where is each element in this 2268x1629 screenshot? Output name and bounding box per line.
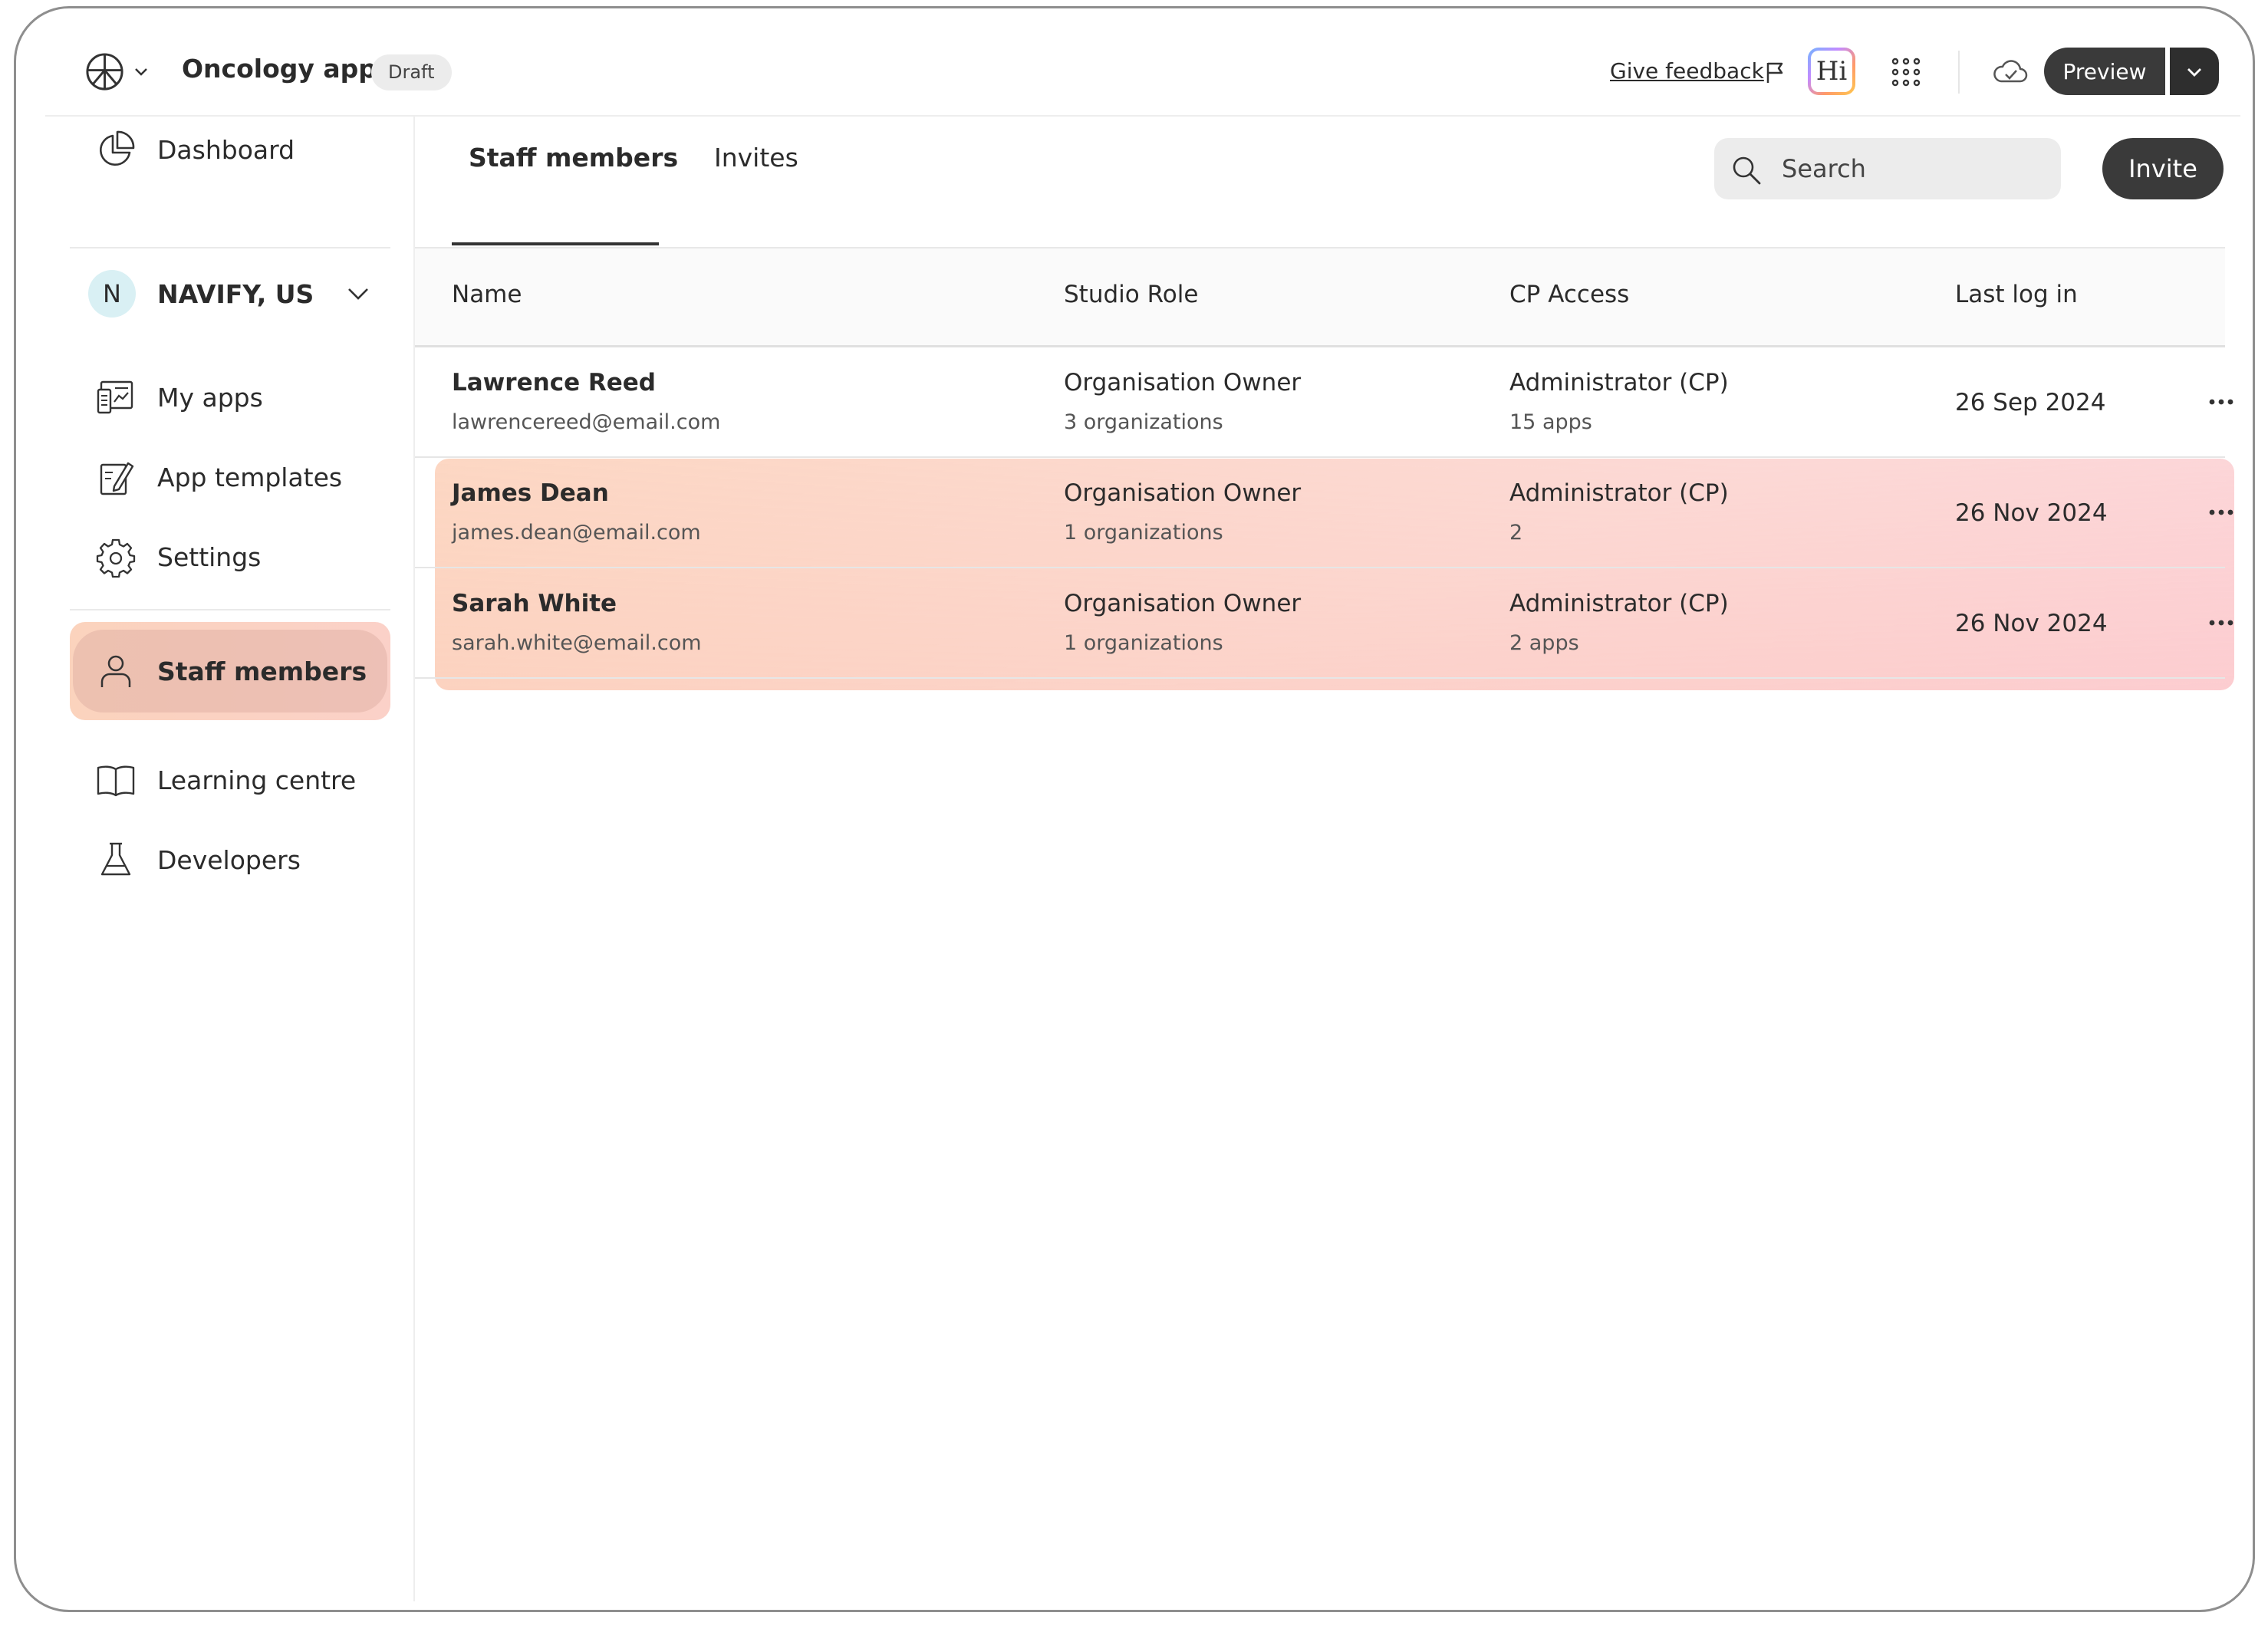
org-selector[interactable]: N NAVIFY, US (70, 261, 390, 327)
sidebar-item-my-apps[interactable]: My apps (70, 364, 390, 430)
organization-count: 1 organizations (1064, 631, 1223, 655)
sidebar-item-label: Staff members (157, 656, 367, 686)
tab-staff-members[interactable]: Staff members (469, 133, 678, 210)
cp-access: Administrator (CP) (1509, 590, 1729, 617)
app-count: 2 apps (1509, 631, 1579, 655)
staff-name: Lawrence Reed (452, 369, 656, 397)
sidebar-divider (70, 609, 390, 610)
user-icon (100, 655, 131, 687)
more-options-icon[interactable] (2208, 617, 2234, 628)
sidebar-divider (70, 247, 390, 248)
sidebar-item-label: Developers (157, 844, 301, 875)
hi-assistant-button[interactable]: Hi (1808, 48, 1855, 95)
sidebar-item-label: My apps (157, 382, 263, 413)
organization-count: 3 organizations (1064, 410, 1223, 434)
search-icon (1733, 156, 1761, 185)
table-row[interactable]: James Dean james.dean@email.com Organisa… (415, 458, 2233, 568)
tab-invites[interactable]: Invites (714, 133, 798, 210)
status-badge: Draft (371, 54, 452, 90)
studio-role: Organisation Owner (1064, 479, 1302, 507)
apps-dashboard-icon (97, 380, 133, 414)
sidebar-item-developers[interactable]: Developers (70, 827, 390, 893)
sidebar-item-dashboard[interactable]: Dashboard (70, 117, 390, 183)
table-row[interactable]: Sarah White sarah.white@email.com Organi… (415, 568, 2233, 679)
sidebar-item-learning-centre[interactable]: Learning centre (70, 747, 390, 813)
chevron-down-icon[interactable] (133, 63, 150, 80)
invite-button[interactable]: Invite (2102, 138, 2224, 199)
more-options-icon[interactable] (2208, 507, 2234, 518)
sidebar-item-label: Dashboard (157, 134, 295, 165)
staff-name: James Dean (452, 479, 609, 507)
cp-access: Administrator (CP) (1509, 479, 1729, 507)
studio-role: Organisation Owner (1064, 369, 1302, 397)
give-feedback-link[interactable]: Give feedback (1610, 58, 1764, 84)
column-header-studio-role[interactable]: Studio Role (1064, 281, 1198, 308)
org-name: NAVIFY, US (157, 278, 314, 309)
staff-name: Sarah White (452, 590, 617, 617)
staff-email: sarah.white@email.com (452, 631, 702, 655)
chevron-down-icon[interactable] (344, 280, 372, 308)
flag-icon[interactable] (1763, 60, 1786, 84)
app-name: Oncology app (182, 54, 377, 84)
roche-logo-icon[interactable] (84, 51, 126, 93)
preview-dropdown-button[interactable] (2170, 48, 2219, 95)
search-input[interactable] (1714, 138, 2061, 199)
table-header: Name Studio Role CP Access Last log in (415, 248, 2225, 347)
template-edit-icon (100, 462, 134, 495)
sidebar: Dashboard N NAVIFY, US My apps App templ… (45, 117, 415, 1601)
flask-icon (100, 842, 131, 876)
column-header-last-log-in[interactable]: Last log in (1955, 281, 2078, 308)
sidebar-item-label: Learning centre (157, 765, 357, 795)
gear-icon (96, 538, 136, 578)
studio-role: Organisation Owner (1064, 590, 1302, 617)
organization-count: 1 organizations (1064, 521, 1223, 545)
last-log-in: 26 Sep 2024 (1955, 389, 2106, 416)
sidebar-item-settings[interactable]: Settings (70, 524, 390, 590)
column-header-name[interactable]: Name (452, 281, 522, 308)
sidebar-item-label: Settings (157, 541, 262, 572)
chevron-down-icon (2187, 67, 2201, 77)
last-log-in: 26 Nov 2024 (1955, 499, 2108, 527)
sidebar-item-staff-members[interactable]: Staff members (70, 622, 390, 720)
cloud-saved-icon (1993, 60, 2028, 83)
open-book-icon (97, 765, 135, 797)
top-bar: Oncology app Draft Give feedback Hi Prev… (45, 29, 2240, 117)
app-count: 2 (1509, 521, 1523, 545)
app-grid-icon[interactable] (1891, 57, 1921, 87)
toolbar-divider (1958, 51, 1960, 94)
column-header-cp-access[interactable]: CP Access (1509, 281, 1629, 308)
last-log-in: 26 Nov 2024 (1955, 610, 2108, 637)
main-content: Staff members Invites Invite Name Studio… (415, 117, 2240, 1601)
sidebar-item-label: App templates (157, 462, 343, 492)
cp-access: Administrator (CP) (1509, 369, 1729, 397)
sidebar-item-app-templates[interactable]: App templates (70, 444, 390, 510)
app-window-frame: Oncology app Draft Give feedback Hi Prev… (14, 6, 2255, 1612)
app-count: 15 apps (1509, 410, 1592, 434)
app-window: Oncology app Draft Give feedback Hi Prev… (45, 29, 2240, 1601)
staff-email: james.dean@email.com (452, 521, 701, 545)
staff-email: lawrencereed@email.com (452, 410, 721, 434)
org-avatar: N (88, 270, 136, 318)
more-options-icon[interactable] (2208, 397, 2234, 407)
preview-button[interactable]: Preview (2044, 48, 2165, 95)
pie-chart-icon (100, 130, 135, 166)
table-row[interactable]: Lawrence Reed lawrencereed@email.com Org… (415, 347, 2233, 458)
active-tab-indicator (452, 242, 659, 245)
